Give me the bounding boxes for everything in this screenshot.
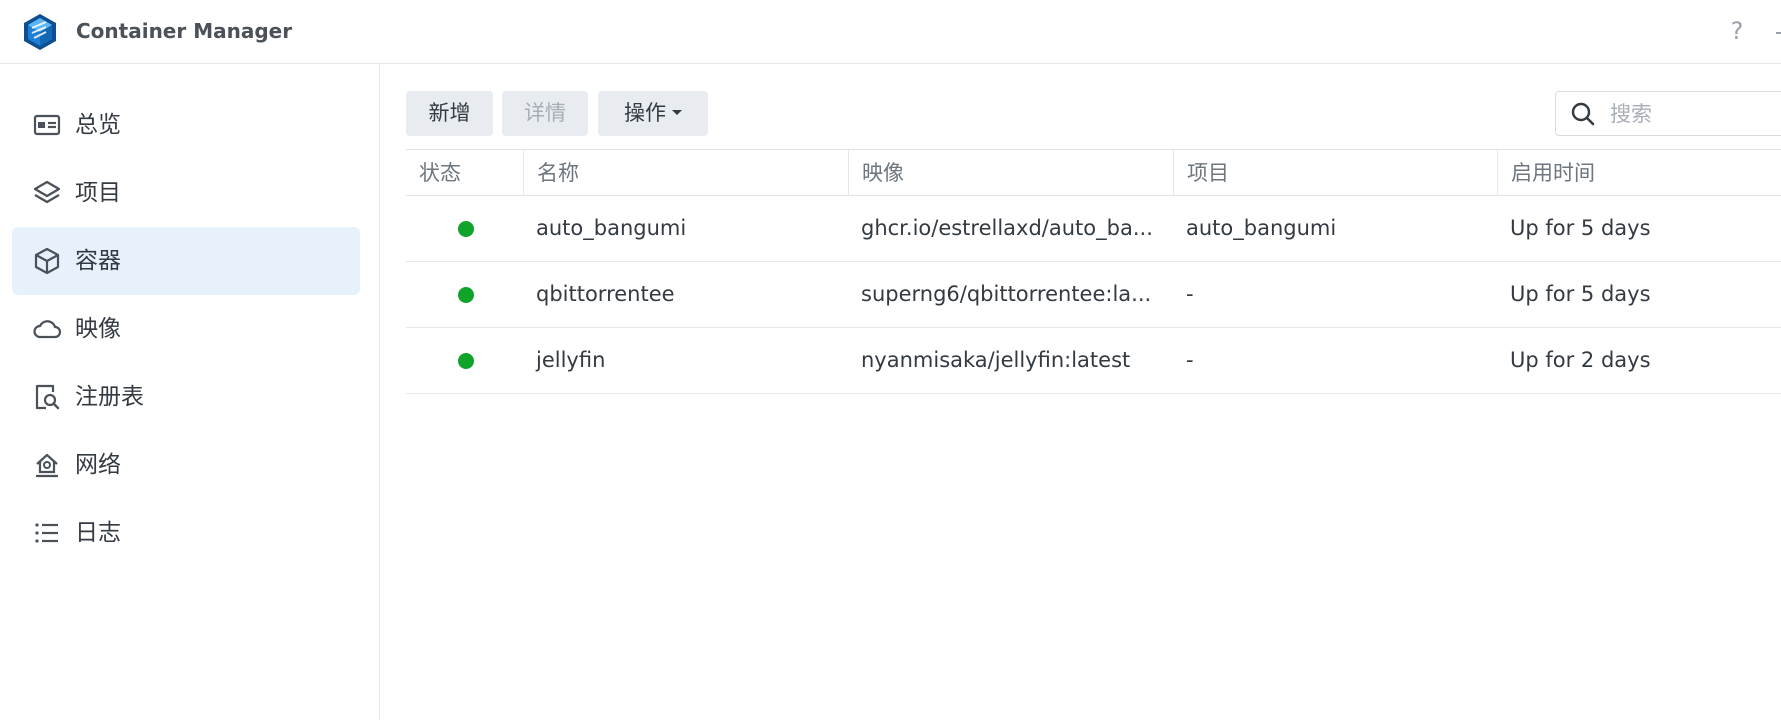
minimize-button[interactable] [1768,16,1781,46]
app-title: Container Manager [76,19,293,43]
project-layers-icon [33,180,61,204]
container-cube-icon [34,247,60,275]
help-button[interactable]: ? [1724,16,1750,46]
column-header-image[interactable]: 映像 [848,150,1173,196]
column-header-name[interactable]: 名称 [523,150,848,196]
sidebar-item-network[interactable]: 网络 [12,431,360,499]
sidebar-item-project[interactable]: 项目 [12,159,360,227]
status-running-indicator [458,287,474,303]
details-button[interactable]: 详情 [502,91,588,136]
project-cell: auto_bangumi [1186,216,1337,240]
name-cell: jellyfin [536,348,606,372]
sidebar-item-label: 容器 [75,248,121,274]
sidebar-item-container[interactable]: 容器 [12,227,360,295]
containers-table: 状态 名称 映像 项目 启用时间 auto_bangumi ghcr.io/es… [406,149,1781,394]
sidebar-item-label: 网络 [75,452,121,478]
sidebar-item-overview[interactable]: 总览 [12,91,360,159]
project-cell: - [1186,348,1194,372]
actions-dropdown-button[interactable]: 操作 [598,91,708,136]
table-row[interactable]: qbittorrentee superng6/qbittorrentee:la.… [406,262,1781,328]
sidebar: 总览 项目 容器 映像 注册表 网络 日志 [0,64,380,720]
table-header: 状态 名称 映像 项目 启用时间 [406,149,1781,196]
search-input[interactable] [1608,98,1781,130]
table-row[interactable]: jellyfin nyanmisaka/jellyfin:latest - Up… [406,328,1781,394]
column-header-uptime[interactable]: 启用时间 [1497,150,1781,196]
uptime-cell: Up for 5 days [1510,216,1651,240]
sidebar-item-registry[interactable]: 注册表 [12,363,360,431]
main-content: 新增 详情 操作 状态 名称 映像 项目 启用时间 auto_bangumi g… [381,64,1781,720]
sidebar-item-label: 注册表 [75,384,144,410]
name-cell: auto_bangumi [536,216,687,240]
network-home-icon [36,453,58,478]
column-header-project[interactable]: 项目 [1173,150,1497,196]
sidebar-item-label: 总览 [75,112,121,138]
sidebar-item-label: 项目 [75,180,121,206]
sidebar-item-image[interactable]: 映像 [12,295,360,363]
table-row[interactable]: auto_bangumi ghcr.io/estrellaxd/auto_ba.… [406,196,1781,262]
status-cell [406,262,523,327]
column-header-status[interactable]: 状态 [406,150,523,196]
search-icon [1571,102,1595,126]
title-bar: Container Manager ? [0,0,1781,64]
uptime-cell: Up for 2 days [1510,348,1651,372]
name-cell: qbittorrentee [536,282,675,306]
overview-icon [33,114,61,136]
registry-search-icon [35,384,60,410]
sidebar-item-log[interactable]: 日志 [12,499,360,567]
log-list-icon [35,523,58,543]
sidebar-item-label: 映像 [75,316,121,342]
sidebar-item-label: 日志 [75,520,121,546]
image-cloud-icon [33,320,61,339]
image-cell: nyanmisaka/jellyfin:latest [861,348,1131,372]
image-cell: ghcr.io/estrellaxd/auto_ba... [861,216,1153,240]
add-button[interactable]: 新增 [406,91,493,136]
image-cell: superng6/qbittorrentee:la... [861,282,1152,306]
status-running-indicator [458,353,474,369]
actions-label: 操作 [624,101,666,125]
caret-down-icon [672,110,682,115]
uptime-cell: Up for 5 days [1510,282,1651,306]
status-running-indicator [458,221,474,237]
status-cell [406,328,523,393]
search-box[interactable] [1555,91,1781,136]
project-cell: - [1186,282,1194,306]
container-manager-logo-icon [24,14,56,50]
status-cell [406,196,523,261]
